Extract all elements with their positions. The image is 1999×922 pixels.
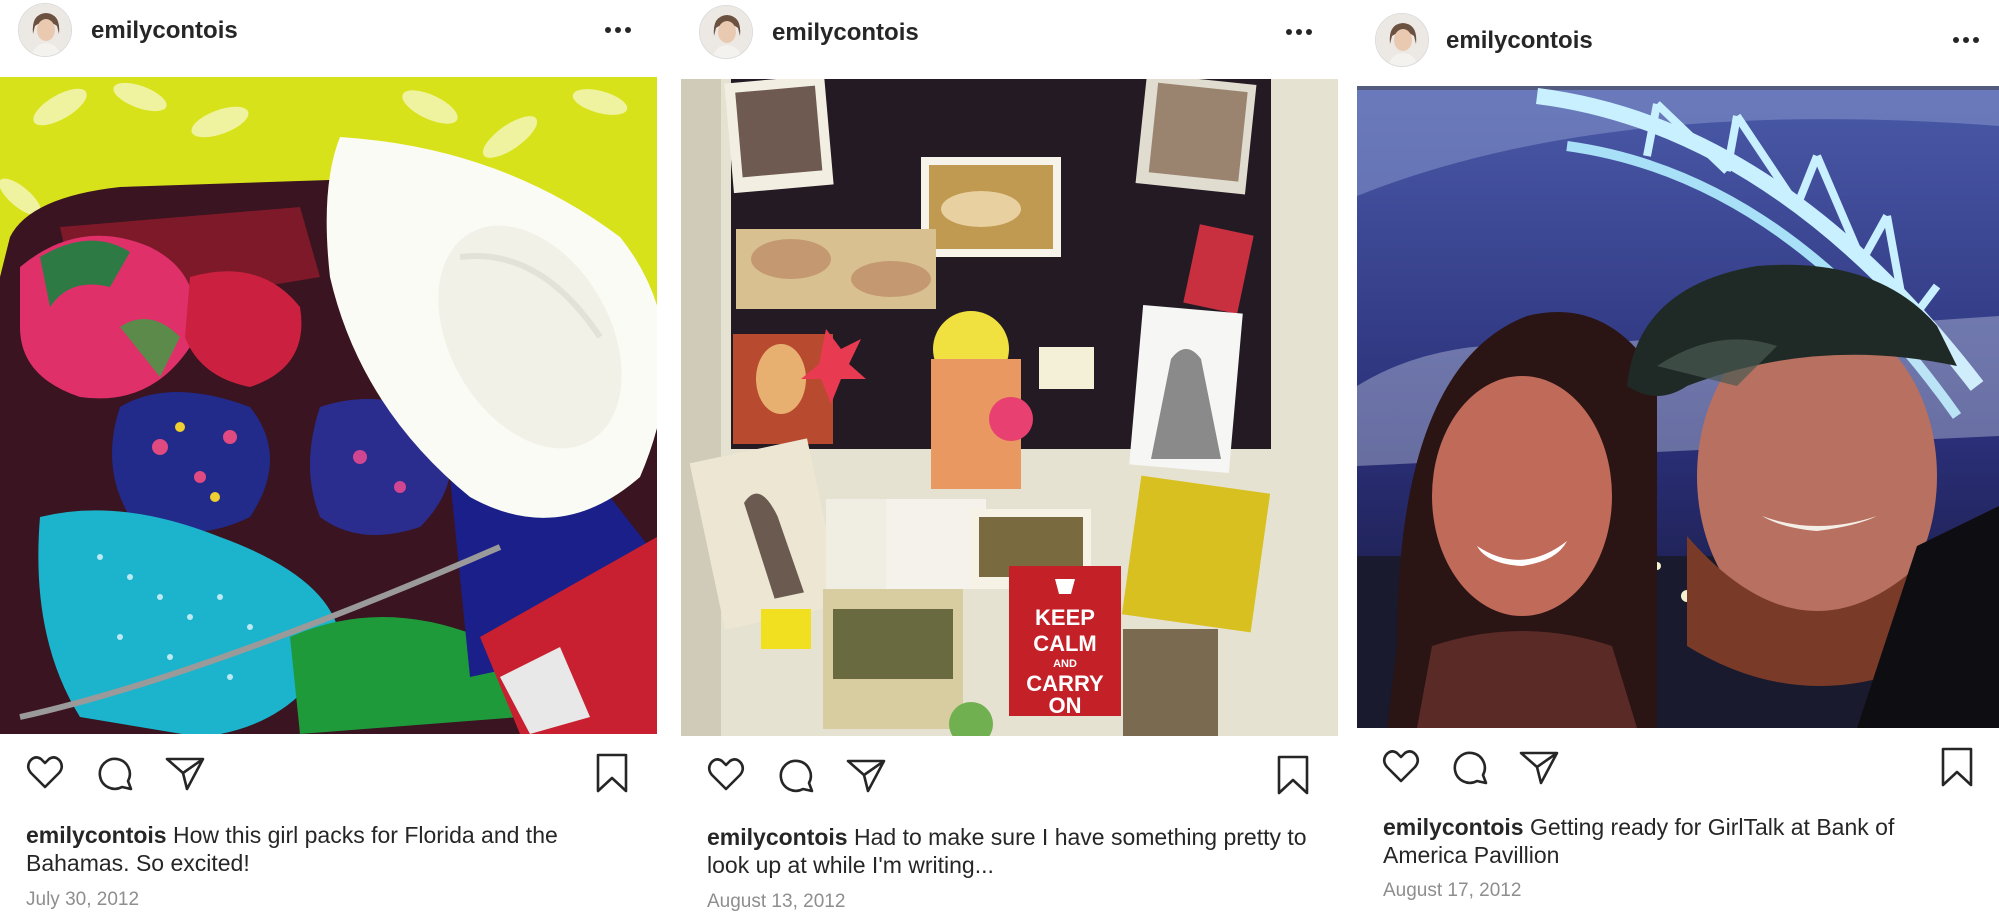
post-date[interactable]: August 13, 2012 bbox=[707, 891, 845, 913]
heart-icon[interactable] bbox=[1379, 745, 1423, 789]
share-icon[interactable] bbox=[163, 751, 207, 795]
photo-suitcase-image bbox=[0, 77, 657, 734]
post-1: emilycontois emilycontois How this girl … bbox=[0, 0, 657, 922]
caption: emilycontois Getting ready for GirlTalk … bbox=[1383, 813, 1979, 869]
action-bar bbox=[681, 753, 1338, 803]
caption: emilycontois Had to make sure I have som… bbox=[707, 823, 1318, 879]
comment-icon[interactable] bbox=[1449, 745, 1493, 789]
post-3: emilycontois emilycontois Getting ready … bbox=[1357, 0, 1999, 922]
post-header: emilycontois bbox=[0, 0, 657, 60]
bookmark-icon[interactable] bbox=[1935, 745, 1979, 789]
post-date[interactable]: July 30, 2012 bbox=[26, 889, 139, 911]
action-bar bbox=[1357, 745, 1999, 795]
share-icon[interactable] bbox=[844, 753, 888, 797]
avatar[interactable] bbox=[699, 5, 753, 59]
username[interactable]: emilycontois bbox=[91, 17, 238, 45]
post-header: emilycontois bbox=[1357, 0, 1999, 67]
post-date[interactable]: August 17, 2012 bbox=[1383, 880, 1521, 902]
poster-line-1: KEEP bbox=[1035, 605, 1095, 630]
caption-username[interactable]: emilycontois bbox=[707, 824, 848, 850]
avatar[interactable] bbox=[1375, 13, 1429, 67]
bookmark-icon[interactable] bbox=[1271, 753, 1315, 797]
caption-username[interactable]: emilycontois bbox=[26, 822, 167, 848]
bookmark-icon[interactable] bbox=[590, 751, 634, 795]
more-options-icon[interactable] bbox=[605, 27, 633, 35]
photo-selfie-image bbox=[1357, 86, 1999, 728]
heart-icon[interactable] bbox=[704, 753, 748, 797]
avatar[interactable] bbox=[18, 3, 72, 57]
share-icon[interactable] bbox=[1517, 745, 1561, 789]
poster-line-3: AND bbox=[1053, 658, 1077, 670]
post-2: emilycontois KEEP CALM AND CARRY ON emil… bbox=[681, 0, 1338, 922]
post-header: emilycontois bbox=[681, 0, 1338, 60]
post-photo[interactable] bbox=[0, 77, 657, 734]
more-options-icon[interactable] bbox=[1953, 37, 1981, 45]
photo-bulletin-board-image: KEEP CALM AND CARRY ON bbox=[681, 79, 1338, 736]
username[interactable]: emilycontois bbox=[772, 19, 919, 47]
username[interactable]: emilycontois bbox=[1446, 27, 1593, 55]
comment-icon[interactable] bbox=[94, 751, 138, 795]
comment-icon[interactable] bbox=[775, 753, 819, 797]
caption: emilycontois How this girl packs for Flo… bbox=[26, 821, 637, 877]
heart-icon[interactable] bbox=[23, 751, 67, 795]
action-bar bbox=[0, 751, 657, 801]
caption-username[interactable]: emilycontois bbox=[1383, 814, 1524, 840]
poster-line-2: CALM bbox=[1033, 631, 1097, 656]
poster-line-5: ON bbox=[1049, 693, 1082, 718]
more-options-icon[interactable] bbox=[1286, 29, 1314, 37]
post-photo[interactable] bbox=[1357, 86, 1999, 728]
post-photo[interactable]: KEEP CALM AND CARRY ON bbox=[681, 79, 1338, 736]
